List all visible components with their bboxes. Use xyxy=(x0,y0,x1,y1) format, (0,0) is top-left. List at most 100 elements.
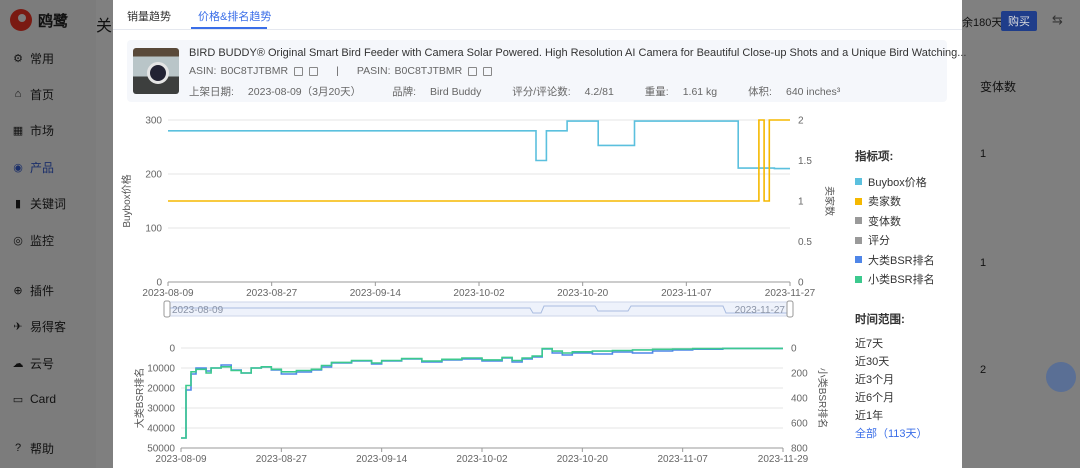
product-meta: 上架日期: 2023-08-09（3月20天） 品牌: Bird Buddy 评分/… xyxy=(189,84,868,99)
sidebar-item[interactable]: ⌂ 首页 xyxy=(0,76,54,112)
legend-label: 卖家数 xyxy=(868,196,901,209)
copy-icon[interactable] xyxy=(294,66,304,76)
listed-label: 上架日期: xyxy=(189,86,234,98)
brand[interactable]: 鸥鹭 xyxy=(0,0,96,40)
time-range-option[interactable]: 近1年 xyxy=(855,407,955,425)
series-line xyxy=(168,120,790,170)
time-range-option[interactable]: 近7天 xyxy=(855,335,955,353)
sidebar-item-label: 关键词 xyxy=(30,196,67,211)
y-tick-label: 30000 xyxy=(147,404,175,415)
time-range-option[interactable]: 近3个月 xyxy=(855,371,955,389)
external-link-icon[interactable] xyxy=(483,66,493,76)
remaining-days-text: 余180天 xyxy=(962,17,1003,29)
x-tick-label: 2023-11-29 xyxy=(758,454,809,465)
y-tick-label: 100 xyxy=(145,224,162,235)
tab-price-rank-trend[interactable]: 价格&排名趋势 xyxy=(198,8,271,24)
slider-handle-right[interactable] xyxy=(786,300,794,318)
x-tick-label: 2023-11-07 xyxy=(657,454,708,465)
rating-value: 4.2/81 xyxy=(584,86,614,98)
help-icon: ? xyxy=(14,442,22,454)
table-cell: 1 xyxy=(980,257,987,269)
series-line xyxy=(181,347,783,439)
table-cell: 2 xyxy=(980,364,987,376)
legend-swatch xyxy=(855,178,862,186)
date-range-slider[interactable]: 2023-08-09 2023-11-27 xyxy=(113,300,843,320)
sidebar-item[interactable]: ⊕ 插件 xyxy=(0,272,54,308)
y2-tick-label: 1 xyxy=(798,197,804,208)
y2-axis-label: 小类BSR排名 xyxy=(816,368,829,429)
sidebar-item[interactable]: ▭ Card xyxy=(0,381,56,417)
y2-tick-label: 800 xyxy=(791,444,808,455)
sidebar-item[interactable]: ☁ 云号 xyxy=(0,345,55,381)
sidebar-item[interactable]: ▦ 市场 xyxy=(0,112,54,148)
sidebar-item[interactable]: ▮ 关键词 xyxy=(0,185,66,221)
tab-sales-trend[interactable]: 销量趋势 xyxy=(127,8,171,24)
bird-icon: ✈ xyxy=(13,320,23,333)
y2-tick-label: 2 xyxy=(798,116,804,127)
listed-value: 2023-08-09（3月20天） xyxy=(247,86,362,98)
external-link-icon[interactable] xyxy=(309,66,319,76)
eye-icon: ◉ xyxy=(13,161,23,174)
product-info-card: BIRD BUDDY® Original Smart Bird Feeder w… xyxy=(127,40,966,102)
sidebar-item[interactable]: ◉ 产品 xyxy=(0,149,54,185)
sidebar-item[interactable]: ? 帮助 xyxy=(0,430,54,466)
bar-chart-icon: ▮ xyxy=(14,197,22,210)
x-tick-label: 2023-10-02 xyxy=(453,288,505,298)
sidebar-item-label: 帮助 xyxy=(30,441,55,456)
legend-item[interactable]: Buybox价格 xyxy=(855,172,955,192)
sidebar: 鸥鹭 ⚙ 常用 ⌂ 首页 ▦ 市场 ◉ 产品 ▮ 关键词 ◎ 监控 ⊕ 插件 ✈ 易得客 ☁ 云号 ▭ Card? 帮助 xyxy=(0,0,96,468)
time-range-option[interactable]: 近30天 xyxy=(855,353,955,371)
legend-item[interactable]: 小类BSR排名 xyxy=(855,270,955,290)
sidebar-item-label: 产品 xyxy=(30,160,55,175)
customer-service-icon[interactable] xyxy=(1046,362,1076,392)
copy-icon[interactable] xyxy=(468,66,478,76)
metric-legend: 指标项: Buybox价格卖家数变体数 评分 大类BSR排名 小类BSR排名 xyxy=(855,148,955,289)
slider-handle-left[interactable] xyxy=(163,300,171,318)
pasin-label: PASIN: xyxy=(356,65,391,77)
slider-start-label: 2023-08-09 xyxy=(172,305,224,316)
y2-tick-label: 600 xyxy=(791,419,808,430)
sidebar-item-label: 监控 xyxy=(30,233,55,248)
weight-label: 重量: xyxy=(644,86,669,98)
series-line xyxy=(181,347,783,439)
sidebar-item[interactable]: ◎ 监控 xyxy=(0,222,54,258)
target-icon: ◎ xyxy=(13,234,23,247)
brand-logo-icon xyxy=(10,9,32,31)
sidebar-item[interactable]: ✈ 易得客 xyxy=(0,308,66,344)
legend-swatch xyxy=(855,217,862,225)
card-icon: ▭ xyxy=(12,393,24,406)
product-title[interactable]: BIRD BUDDY® Original Smart Bird Feeder w… xyxy=(189,47,966,59)
home-icon: ⌂ xyxy=(14,88,22,100)
x-tick-label: 2023-10-20 xyxy=(557,454,609,465)
x-tick-label: 2023-11-27 xyxy=(765,288,816,298)
legend-item[interactable]: 评分 xyxy=(855,231,955,251)
y2-tick-label: 1.5 xyxy=(798,156,812,167)
legend-item[interactable]: 大类BSR排名 xyxy=(855,250,955,270)
sidebar-item-label: 插件 xyxy=(30,283,55,298)
slider-track xyxy=(167,301,791,317)
switch-icon[interactable]: ⇆ xyxy=(1052,12,1063,28)
sidebar-item[interactable]: ⚙ 常用 xyxy=(0,40,54,76)
y-tick-label: 50000 xyxy=(147,444,175,455)
x-tick-label: 2023-10-02 xyxy=(456,454,508,465)
time-range-option[interactable]: 全部（113天） xyxy=(855,425,955,443)
active-tab-indicator xyxy=(191,27,267,29)
sidebar-item-label: 易得客 xyxy=(30,319,67,334)
separator: | xyxy=(336,65,339,77)
legend-title: 指标项: xyxy=(855,151,894,163)
weight-value: 1.61 kg xyxy=(682,86,718,98)
legend-item[interactable]: 变体数 xyxy=(855,211,955,231)
gear-icon: ⚙ xyxy=(13,52,23,65)
product-thumbnail[interactable] xyxy=(133,48,179,94)
pasin-value: B0C8TJTBMR xyxy=(394,65,463,77)
sidebar-item-label: 常用 xyxy=(30,51,55,66)
x-tick-label: 2023-08-27 xyxy=(246,288,298,298)
y2-tick-label: 0 xyxy=(791,344,797,355)
x-tick-label: 2023-08-09 xyxy=(142,288,194,298)
legend-item[interactable]: 卖家数 xyxy=(855,192,955,212)
buy-button[interactable]: 购买 xyxy=(1001,11,1037,31)
time-range-option[interactable]: 近6个月 xyxy=(855,389,955,407)
table-column-header: 变体数 xyxy=(980,80,1017,94)
legend-swatch xyxy=(855,236,862,244)
y2-tick-label: 0.5 xyxy=(798,237,812,248)
